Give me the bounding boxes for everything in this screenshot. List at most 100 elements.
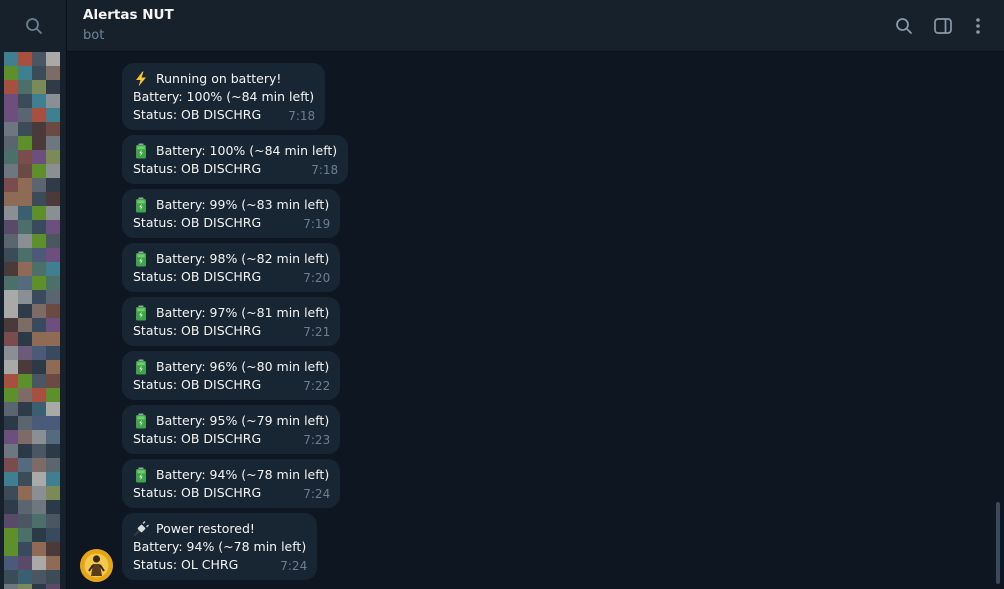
blurred-pixel	[46, 360, 60, 374]
blurred-pixel	[46, 430, 60, 444]
blurred-pixel	[4, 486, 18, 500]
blurred-pixel	[4, 304, 18, 318]
blurred-pixel	[32, 304, 46, 318]
more-vertical-icon	[976, 18, 980, 34]
blurred-pixel	[18, 136, 32, 150]
blurred-pixel	[18, 346, 32, 360]
blurred-pixel	[18, 234, 32, 248]
blurred-pixel	[18, 388, 32, 402]
blurred-pixel	[18, 52, 32, 66]
blurred-pixel	[32, 458, 46, 472]
blurred-pixel	[18, 192, 32, 206]
blurred-pixel	[32, 108, 46, 122]
blurred-pixel	[4, 192, 18, 206]
blurred-pixel	[32, 248, 46, 262]
blurred-pixel	[18, 472, 32, 486]
message-bubble[interactable]: Power restored! Battery: 94% (~78 min le…	[122, 513, 318, 580]
blurred-pixel	[32, 262, 46, 276]
blurred-pixel	[18, 500, 32, 514]
blurred-pixel	[46, 304, 60, 318]
blurred-pixel	[46, 402, 60, 416]
message-bubble[interactable]: Running on battery! Battery: 100% (~84 m…	[122, 63, 326, 130]
more-options-button[interactable]	[964, 12, 992, 40]
message-text: Battery: 100% (~84 min left)	[133, 89, 315, 104]
blurred-pixel	[4, 122, 18, 136]
blurred-pixel	[4, 108, 18, 122]
blurred-pixel	[18, 220, 32, 234]
blurred-pixel	[4, 500, 18, 514]
blurred-pixel	[32, 164, 46, 178]
message-bubble[interactable]: Battery: 99% (~83 min left) Status: OB D…	[122, 189, 341, 238]
blurred-pixel	[32, 584, 46, 589]
plug-icon	[134, 521, 149, 536]
chat-title[interactable]: Alertas NUT	[83, 7, 174, 23]
blurred-pixel	[18, 206, 32, 220]
blurred-pixel	[4, 164, 18, 178]
blurred-pixel	[18, 430, 32, 444]
blurred-pixel	[32, 136, 46, 150]
blurred-pixel	[18, 248, 32, 262]
blurred-pixel	[4, 556, 18, 570]
message-scrollbar[interactable]	[996, 502, 1000, 584]
blurred-pixel	[32, 80, 46, 94]
blurred-pixel	[46, 458, 60, 472]
header-search-button[interactable]	[890, 12, 918, 40]
blurred-pixel	[32, 178, 46, 192]
blurred-pixel	[18, 108, 32, 122]
blurred-pixel	[46, 122, 60, 136]
blurred-pixel	[4, 52, 18, 66]
blurred-pixel	[4, 346, 18, 360]
message-time: 7:20	[303, 271, 331, 285]
message-time: 7:22	[303, 379, 331, 393]
message-text: Status: OB DISCHRG	[133, 377, 262, 392]
blurred-pixel	[18, 444, 32, 458]
blurred-pixel	[32, 500, 46, 514]
blurred-pixel	[4, 584, 18, 589]
blurred-chat-list[interactable]	[4, 52, 60, 589]
message-bubble[interactable]: Battery: 97% (~81 min left) Status: OB D…	[122, 297, 341, 346]
message-text: Status: OB DISCHRG	[133, 431, 262, 446]
blurred-pixel	[46, 234, 60, 248]
message-time: 7:24	[303, 487, 331, 501]
blurred-pixel	[32, 360, 46, 374]
message-bubble[interactable]: Battery: 95% (~79 min left) Status: OB D…	[122, 405, 341, 454]
blurred-pixel	[4, 276, 18, 290]
blurred-pixel	[46, 94, 60, 108]
message-bubble[interactable]: Battery: 96% (~80 min left) Status: OB D…	[122, 351, 341, 400]
blurred-pixel	[18, 360, 32, 374]
blurred-pixel	[4, 332, 18, 346]
battery-icon	[136, 467, 146, 483]
search-icon	[896, 18, 912, 34]
blurred-pixel	[32, 150, 46, 164]
blurred-pixel	[46, 388, 60, 402]
toggle-side-panel-button[interactable]	[929, 12, 957, 40]
blurred-pixel	[4, 234, 18, 248]
battery-icon	[136, 251, 146, 267]
blurred-pixel	[46, 206, 60, 220]
blurred-pixel	[32, 346, 46, 360]
message-bubble[interactable]: Battery: 98% (~82 min left) Status: OB D…	[122, 243, 341, 292]
blurred-pixel	[46, 346, 60, 360]
message-history[interactable]: Running on battery! Battery: 100% (~84 m…	[67, 52, 1004, 589]
blurred-pixel	[32, 388, 46, 402]
blurred-pixel	[32, 542, 46, 556]
blurred-pixel	[46, 262, 60, 276]
blurred-pixel	[32, 94, 46, 108]
blurred-pixel	[46, 486, 60, 500]
message-text: Status: OB DISCHRG	[133, 269, 262, 284]
message-bubble[interactable]: Battery: 100% (~84 min left) Status: OB …	[122, 135, 349, 184]
blurred-pixel	[32, 332, 46, 346]
blurred-pixel	[32, 556, 46, 570]
message-text: Status: OB DISCHRG	[133, 323, 262, 338]
sidebar-search-button[interactable]	[0, 0, 67, 52]
blurred-pixel	[32, 374, 46, 388]
battery-icon	[136, 143, 146, 159]
blurred-pixel	[4, 360, 18, 374]
bot-avatar[interactable]	[80, 549, 113, 582]
message-bubble[interactable]: Battery: 94% (~78 min left) Status: OB D…	[122, 459, 341, 508]
blurred-pixel	[46, 472, 60, 486]
blurred-pixel	[18, 94, 32, 108]
search-icon	[25, 18, 42, 34]
blurred-pixel	[32, 122, 46, 136]
blurred-pixel	[4, 430, 18, 444]
